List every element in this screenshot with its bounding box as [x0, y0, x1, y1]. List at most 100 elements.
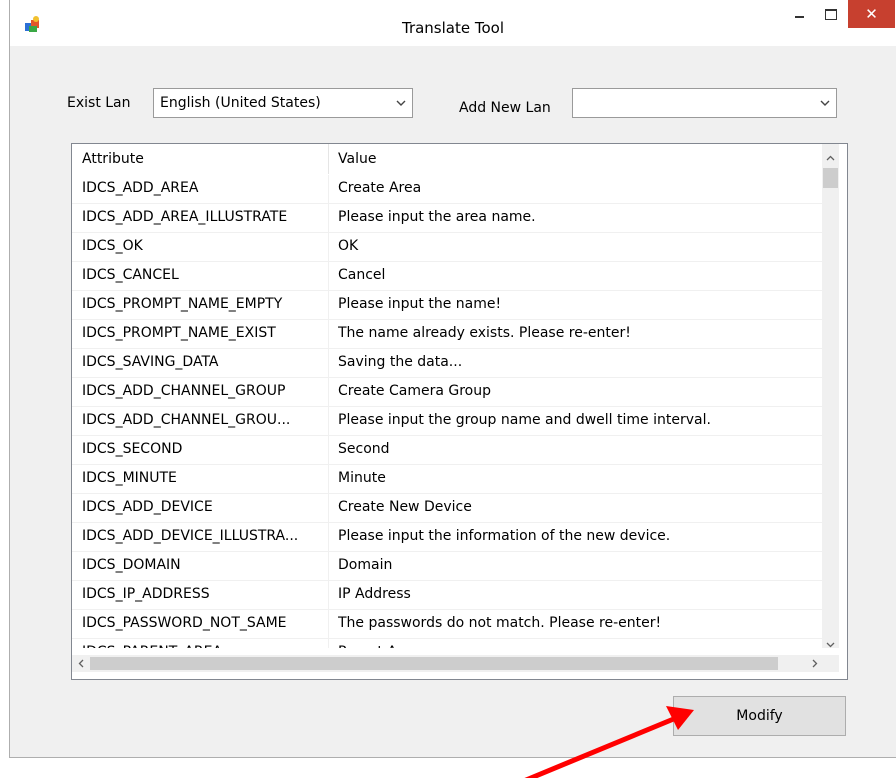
value-cell[interactable]: Create Camera Group — [338, 383, 822, 399]
vertical-scroll-thumb[interactable] — [823, 168, 838, 188]
exist-lan-value: English (United States) — [160, 95, 321, 111]
minimize-button[interactable] — [784, 0, 814, 28]
column-divider — [328, 465, 329, 494]
column-header-value[interactable]: Value — [338, 151, 376, 167]
minimize-icon — [794, 16, 804, 18]
attribute-cell: IDCS_OK — [82, 238, 143, 254]
column-divider — [328, 175, 329, 204]
chevron-down-icon — [390, 89, 412, 117]
table-row[interactable]: IDCS_DOMAIN Domain — [72, 552, 822, 581]
table-row[interactable]: IDCS_PARENT_AREA Parent Area — [72, 639, 822, 648]
attribute-cell: IDCS_PROMPT_NAME_EMPTY — [82, 296, 283, 312]
column-divider — [328, 436, 329, 465]
value-cell[interactable]: Please input the area name. — [338, 209, 822, 225]
scroll-left-button[interactable] — [72, 655, 89, 672]
column-divider — [328, 523, 329, 552]
value-cell[interactable]: Please input the name! — [338, 296, 822, 312]
value-cell[interactable]: IP Address — [338, 586, 822, 602]
attribute-cell: IDCS_CANCEL — [82, 267, 179, 283]
value-cell[interactable]: OK — [338, 238, 822, 254]
column-divider — [328, 262, 329, 291]
attribute-cell: IDCS_IP_ADDRESS — [82, 586, 210, 602]
table-row[interactable]: IDCS_SAVING_DATA Saving the data... — [72, 349, 822, 378]
translate-tool-window: Translate Tool ✕ Exist Lan English (Unit… — [9, 0, 896, 758]
table-row[interactable]: IDCS_PROMPT_NAME_EMPTY Please input the n… — [72, 291, 822, 320]
column-divider — [328, 349, 329, 378]
translation-list[interactable]: Attribute Value IDCS_ADD_AREA Create Area… — [71, 143, 848, 680]
exist-lan-label: Exist Lan — [67, 95, 131, 111]
horizontal-scroll-thumb[interactable] — [90, 657, 778, 670]
column-divider — [328, 378, 329, 407]
column-divider[interactable] — [328, 144, 329, 174]
value-cell[interactable]: Please input the group name and dwell ti… — [338, 412, 822, 428]
table-row[interactable]: IDCS_MINUTE Minute — [72, 465, 822, 494]
value-cell[interactable]: Domain — [338, 557, 822, 573]
maximize-button[interactable] — [816, 0, 846, 28]
chevron-down-icon — [814, 89, 836, 117]
column-divider — [328, 291, 329, 320]
value-cell[interactable]: The passwords do not match. Please re-en… — [338, 615, 822, 631]
value-cell[interactable]: Parent Area — [338, 644, 822, 648]
value-cell[interactable]: Create Area — [338, 180, 822, 196]
value-cell[interactable]: Cancel — [338, 267, 822, 283]
close-icon: ✕ — [865, 5, 878, 23]
list-header: Attribute Value — [72, 144, 822, 174]
table-row[interactable]: IDCS_PASSWORD_NOT_SAME The passwords do n… — [72, 610, 822, 639]
table-row[interactable]: IDCS_SECOND Second — [72, 436, 822, 465]
table-row[interactable]: IDCS_ADD_DEVICE_ILLUSTRA... Please input … — [72, 523, 822, 552]
column-divider — [328, 407, 329, 436]
column-divider — [328, 204, 329, 233]
column-divider — [328, 639, 329, 648]
column-divider — [328, 494, 329, 523]
chevron-right-icon — [812, 659, 817, 668]
column-divider — [328, 610, 329, 639]
chevron-left-icon — [78, 659, 83, 668]
close-button[interactable]: ✕ — [848, 0, 895, 28]
attribute-cell: IDCS_PASSWORD_NOT_SAME — [82, 615, 287, 631]
table-row[interactable]: IDCS_CANCEL Cancel — [72, 262, 822, 291]
title-bar[interactable]: Translate Tool ✕ — [10, 0, 896, 46]
annotation-arrow — [524, 706, 694, 778]
table-row[interactable]: IDCS_ADD_AREA Create Area — [72, 175, 822, 204]
chevron-down-icon — [826, 642, 835, 647]
window-title: Translate Tool — [401, 19, 504, 37]
add-new-lan-select[interactable] — [572, 88, 837, 118]
list-rows: IDCS_ADD_AREA Create Area IDCS_ADD_AREA_IL… — [72, 175, 822, 648]
attribute-cell: IDCS_ADD_CHANNEL_GROUP — [82, 383, 286, 399]
horizontal-scrollbar[interactable] — [72, 655, 822, 672]
value-cell[interactable]: The name already exists. Please re-enter… — [338, 325, 822, 341]
column-divider — [328, 233, 329, 262]
scroll-down-button[interactable] — [822, 636, 839, 653]
vertical-scrollbar[interactable] — [822, 144, 839, 648]
table-row[interactable]: IDCS_OK OK — [72, 233, 822, 262]
value-cell[interactable]: Saving the data... — [338, 354, 822, 370]
attribute-cell: IDCS_ADD_AREA — [82, 180, 199, 196]
add-new-lan-label: Add New Lan — [459, 100, 551, 116]
attribute-cell: IDCS_ADD_AREA_ILLUSTRATE — [82, 209, 288, 225]
column-header-attribute[interactable]: Attribute — [82, 151, 144, 167]
column-divider — [328, 581, 329, 610]
table-row[interactable]: IDCS_IP_ADDRESS IP Address — [72, 581, 822, 610]
scroll-up-button[interactable] — [822, 149, 839, 166]
scroll-right-button[interactable] — [806, 655, 823, 672]
table-row[interactable]: IDCS_ADD_AREA_ILLUSTRATE Please input the… — [72, 204, 822, 233]
attribute-cell: IDCS_PROMPT_NAME_EXIST — [82, 325, 276, 341]
value-cell[interactable]: Second — [338, 441, 822, 457]
value-cell[interactable]: Create New Device — [338, 499, 822, 515]
annotation-arrow-shaft — [524, 715, 679, 778]
column-divider — [328, 320, 329, 349]
attribute-cell: IDCS_ADD_CHANNEL_GROU... — [82, 412, 291, 428]
value-cell[interactable]: Please input the information of the new … — [338, 528, 822, 544]
attribute-cell: IDCS_MINUTE — [82, 470, 177, 486]
table-row[interactable]: IDCS_ADD_DEVICE Create New Device — [72, 494, 822, 523]
table-row[interactable]: IDCS_ADD_CHANNEL_GROU... Please input the… — [72, 407, 822, 436]
value-cell[interactable]: Minute — [338, 470, 822, 486]
attribute-cell: IDCS_ADD_DEVICE — [82, 499, 213, 515]
table-row[interactable]: IDCS_ADD_CHANNEL_GROUP Create Camera Grou… — [72, 378, 822, 407]
maximize-icon — [825, 8, 837, 20]
table-row[interactable]: IDCS_PROMPT_NAME_EXIST The name already e… — [72, 320, 822, 349]
exist-lan-select[interactable]: English (United States) — [153, 88, 413, 118]
attribute-cell: IDCS_PARENT_AREA — [82, 644, 324, 648]
column-divider — [328, 552, 329, 581]
chevron-up-icon — [826, 155, 835, 160]
